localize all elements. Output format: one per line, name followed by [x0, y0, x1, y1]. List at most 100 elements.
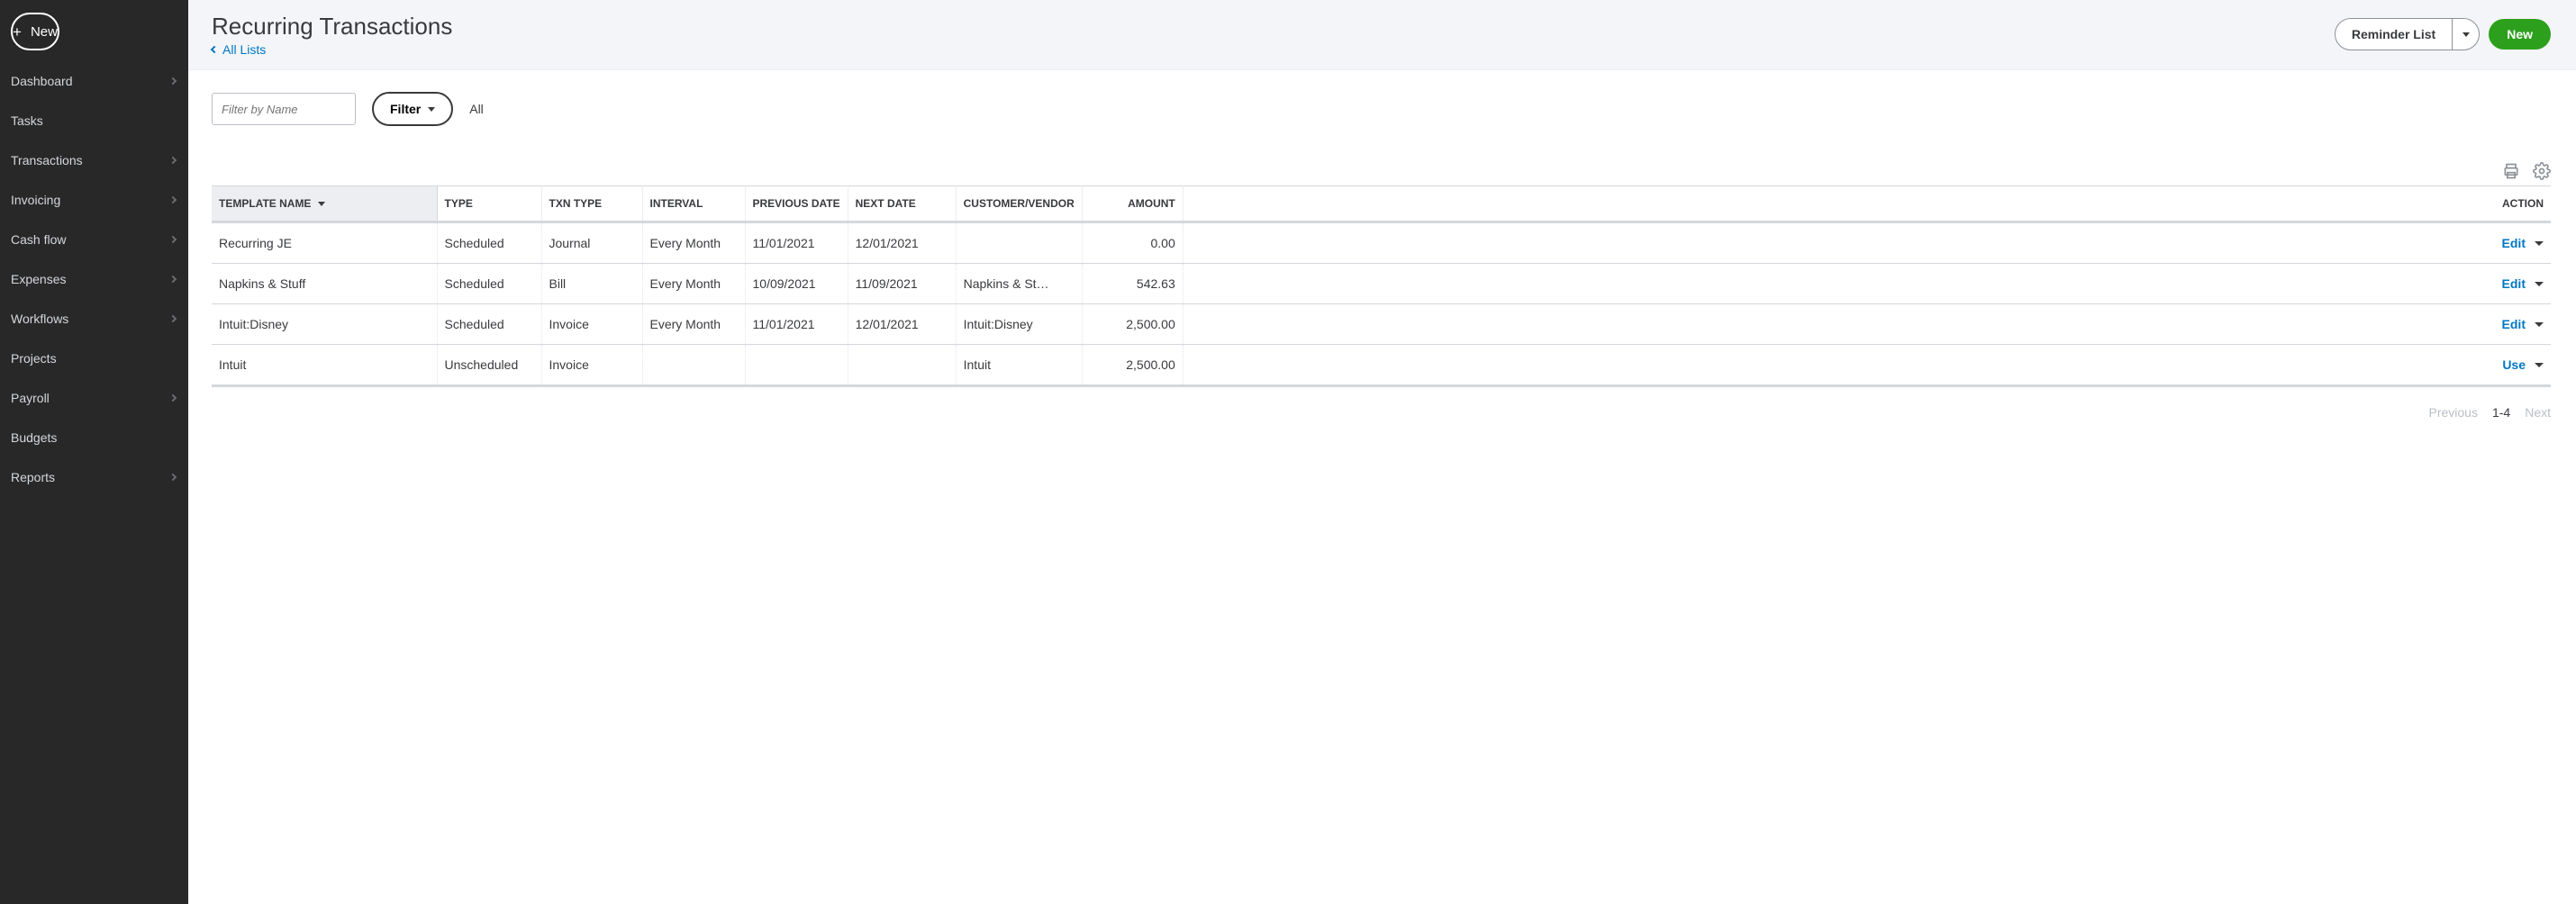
sidebar-item-label: Cash flow [11, 232, 66, 247]
col-header-name[interactable]: TEMPLATE NAME [212, 186, 437, 222]
caret-down-icon [428, 107, 435, 112]
cell-interval [642, 345, 745, 386]
cell-txn-type: Invoice [541, 345, 642, 386]
col-header-interval[interactable]: INTERVAL [642, 186, 745, 222]
cell-template-name: Napkins & Stuff [212, 264, 437, 304]
recurring-transactions-table: TEMPLATE NAME TYPE TXN TYPE INTERVAL PRE… [212, 185, 2551, 387]
col-header-type[interactable]: TYPE [437, 186, 541, 222]
row-action-edit-button[interactable]: Edit [2502, 276, 2544, 291]
caret-down-icon [2535, 241, 2544, 246]
sidebar-item-payroll[interactable]: Payroll [0, 378, 188, 418]
row-action-edit-button[interactable]: Edit [2502, 317, 2544, 331]
cell-next-date: 11/09/2021 [848, 264, 956, 304]
cell-action: Edit [1183, 222, 2551, 264]
reminder-list-button[interactable]: Reminder List [2336, 19, 2452, 50]
col-header-txn[interactable]: TXN TYPE [541, 186, 642, 222]
pager-next[interactable]: Next [2525, 405, 2551, 420]
sidebar-item-projects[interactable]: Projects [0, 339, 188, 378]
toolbar: Filter All [212, 92, 2551, 126]
table-row: Napkins & StuffScheduledBillEvery Month1… [212, 264, 2551, 304]
cell-template-name: Intuit [212, 345, 437, 386]
cell-template-name: Intuit:Disney [212, 304, 437, 345]
table-top-actions [212, 162, 2551, 180]
cell-amount: 0.00 [1082, 222, 1183, 264]
sidebar-item-label: Expenses [11, 272, 66, 286]
table-row: IntuitUnscheduledInvoiceIntuit2,500.00Us… [212, 345, 2551, 386]
sidebar-item-label: Reports [11, 470, 55, 484]
cell-previous-date: 11/01/2021 [745, 222, 848, 264]
sidebar-item-reports[interactable]: Reports [0, 457, 188, 497]
print-icon[interactable] [2502, 162, 2520, 180]
cell-interval: Every Month [642, 304, 745, 345]
sidebar-item-budgets[interactable]: Budgets [0, 418, 188, 457]
filter-button[interactable]: Filter [372, 92, 453, 126]
cell-action: Edit [1183, 304, 2551, 345]
sidebar-item-invoicing[interactable]: Invoicing [0, 180, 188, 220]
cell-next-date [848, 345, 956, 386]
chevron-right-icon [169, 77, 177, 85]
sidebar-item-cash-flow[interactable]: Cash flow [0, 220, 188, 259]
cell-txn-type: Invoice [541, 304, 642, 345]
cell-previous-date: 10/09/2021 [745, 264, 848, 304]
cell-customer-vendor: Intuit:Disney [956, 304, 1082, 345]
cell-type: Scheduled [437, 304, 541, 345]
sidebar-item-expenses[interactable]: Expenses [0, 259, 188, 299]
chevron-right-icon [169, 315, 177, 322]
row-action-label: Edit [2502, 276, 2526, 291]
sidebar-item-label: Invoicing [11, 193, 60, 207]
page-title: Recurring Transactions [212, 13, 452, 41]
cell-template-name: Recurring JE [212, 222, 437, 264]
cell-interval: Every Month [642, 222, 745, 264]
cell-next-date: 12/01/2021 [848, 304, 956, 345]
caret-down-icon [2535, 363, 2544, 367]
content: Filter All [188, 70, 2576, 904]
chevron-left-icon [211, 46, 218, 53]
main: Recurring Transactions All Lists Reminde… [188, 0, 2576, 904]
new-button[interactable]: New [2489, 19, 2551, 50]
cell-type: Scheduled [437, 222, 541, 264]
header-actions: Reminder List New [2335, 18, 2551, 50]
sidebar-item-label: Payroll [11, 391, 50, 405]
sidebar-item-label: Workflows [11, 312, 68, 326]
gear-icon[interactable] [2533, 162, 2551, 180]
chevron-right-icon [169, 157, 177, 164]
sidebar: + New DashboardTasks Transactions Invoicin… [0, 0, 188, 904]
name-filter-input[interactable] [212, 93, 356, 125]
sidebar-item-workflows[interactable]: Workflows [0, 299, 188, 339]
cell-action: Edit [1183, 264, 2551, 304]
chevron-right-icon [169, 236, 177, 243]
reminder-list-caret-button[interactable] [2452, 19, 2479, 50]
cell-txn-type: Journal [541, 222, 642, 264]
row-action-label: Edit [2502, 317, 2526, 331]
cell-amount: 2,500.00 [1082, 304, 1183, 345]
col-header-cust[interactable]: CUSTOMER/VENDOR [956, 186, 1082, 222]
caret-down-icon [2535, 322, 2544, 327]
row-action-edit-button[interactable]: Edit [2502, 236, 2544, 250]
col-header-next[interactable]: NEXT DATE [848, 186, 956, 222]
col-header-prev[interactable]: PREVIOUS DATE [745, 186, 848, 222]
table-row: Intuit:DisneyScheduledInvoiceEvery Month… [212, 304, 2551, 345]
back-link-label: All Lists [222, 42, 266, 57]
row-action-label: Edit [2502, 236, 2526, 250]
chevron-right-icon [169, 276, 177, 283]
sidebar-item-dashboard[interactable]: Dashboard [0, 61, 188, 101]
sidebar-new-label: New [31, 24, 58, 40]
cell-action: Use [1183, 345, 2551, 386]
filter-button-label: Filter [390, 102, 421, 116]
sort-caret-icon [318, 202, 325, 206]
back-all-lists-link[interactable]: All Lists [212, 42, 266, 57]
sidebar-item-label: Transactions [11, 153, 83, 167]
header-bar: Recurring Transactions All Lists Reminde… [188, 0, 2576, 70]
row-action-use-button[interactable]: Use [2502, 357, 2544, 372]
cell-amount: 2,500.00 [1082, 345, 1183, 386]
pager-previous[interactable]: Previous [2429, 405, 2478, 420]
pager: Previous 1-4 Next [212, 405, 2551, 420]
row-action-label: Use [2502, 357, 2526, 372]
cell-txn-type: Bill [541, 264, 642, 304]
col-header-action: ACTION [1183, 186, 2551, 222]
pager-range: 1-4 [2492, 405, 2510, 420]
sidebar-item-tasks[interactable]: Tasks [0, 101, 188, 140]
sidebar-new-button[interactable]: + New [11, 13, 59, 50]
sidebar-item-transactions[interactable]: Transactions [0, 140, 188, 180]
col-header-amount[interactable]: AMOUNT [1082, 186, 1183, 222]
